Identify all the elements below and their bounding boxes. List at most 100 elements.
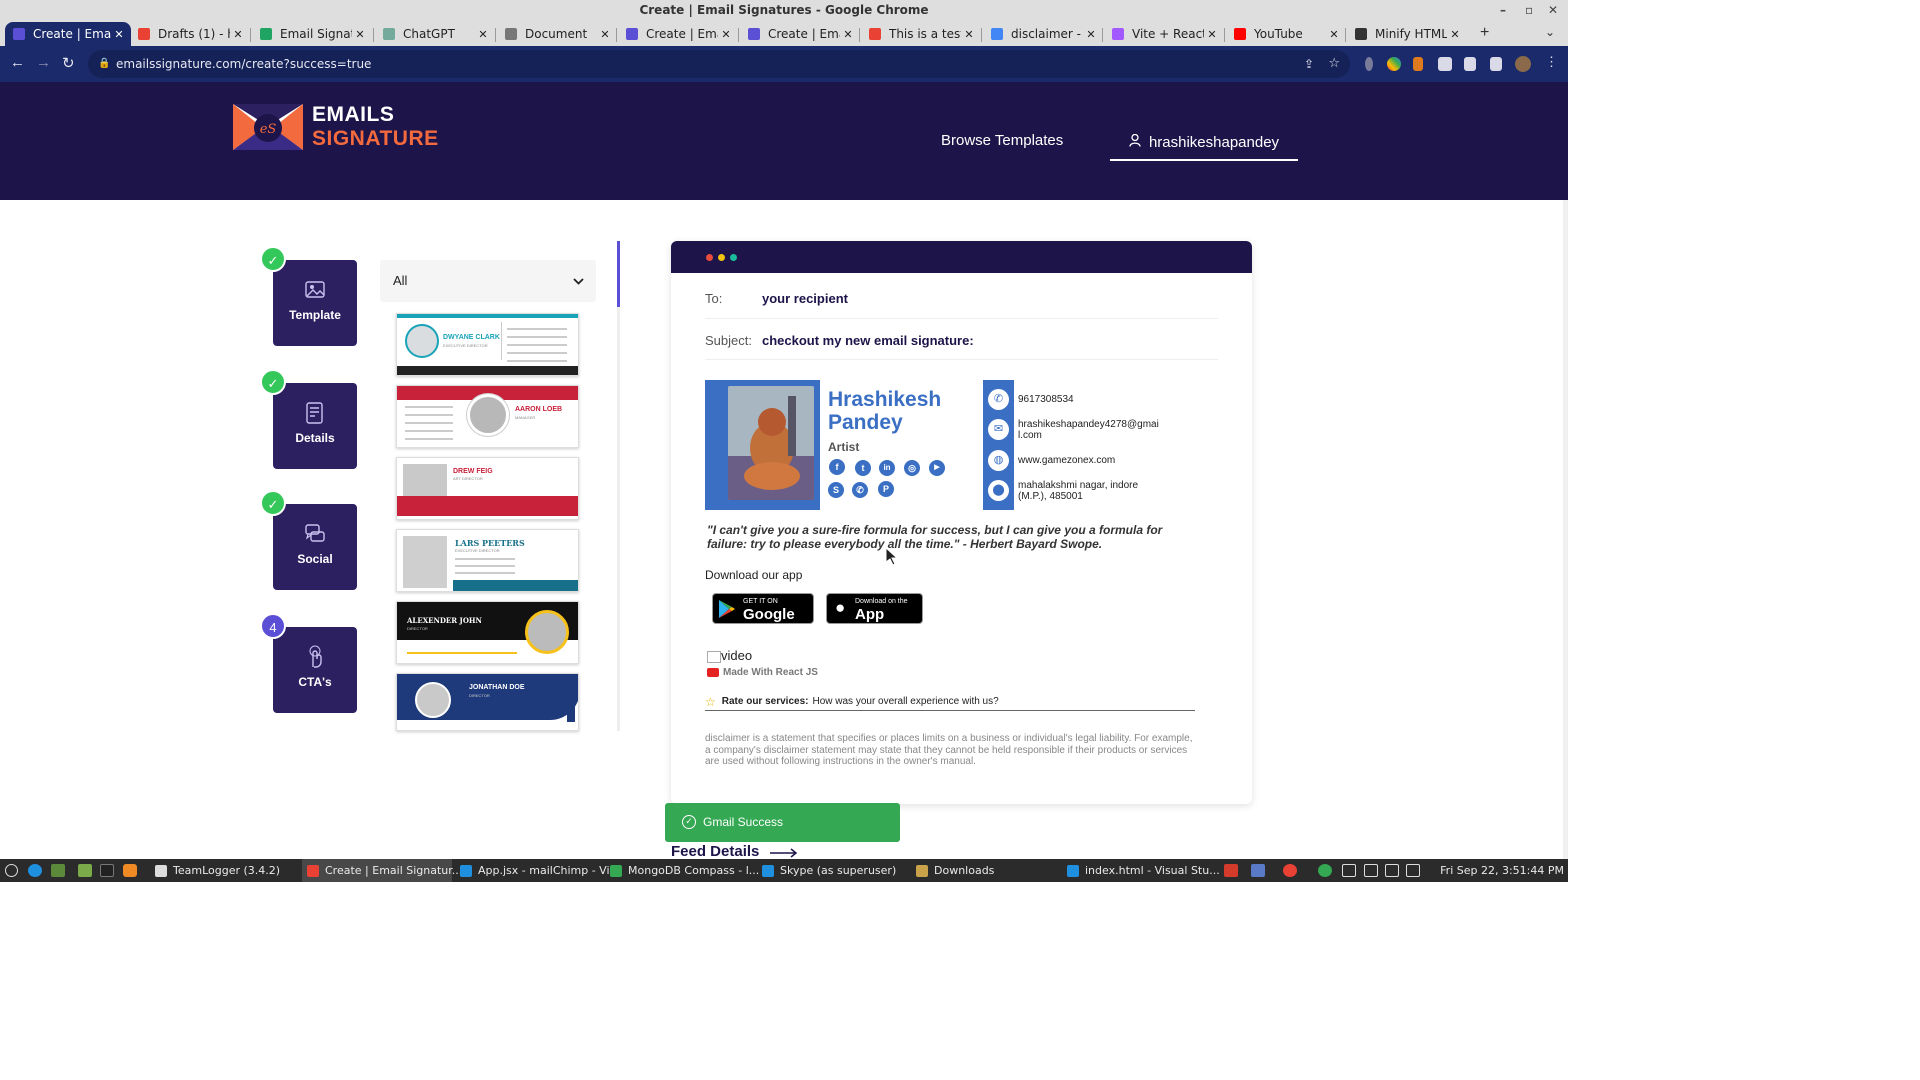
facebook-icon[interactable]: f (829, 459, 845, 475)
tab-close-icon[interactable]: ✕ (1204, 28, 1220, 41)
taskbar-item[interactable]: TeamLogger (3.4.2) (150, 859, 300, 882)
new-tab-icon[interactable]: + (1480, 24, 1489, 42)
template-card-alexender-john[interactable]: ALEXENDER JOHN DIRECTOR (396, 601, 579, 664)
browser-tab[interactable]: disclaimer - Go✕ (983, 22, 1103, 46)
teamlogger-tray-icon[interactable] (1318, 864, 1332, 877)
reload-icon[interactable]: ↻ (62, 54, 75, 72)
instagram-icon[interactable]: ◎ (904, 460, 920, 476)
user-menu[interactable]: hrashikeshapandey (1110, 125, 1298, 161)
step-details[interactable]: Details (273, 383, 357, 469)
files-launcher-icon[interactable] (78, 864, 92, 877)
browser-tab[interactable]: YouTube ✕ (1226, 22, 1346, 46)
share-icon[interactable]: ⇪ (1304, 50, 1314, 78)
maximize-icon[interactable]: ▫ (1525, 0, 1533, 20)
tab-close-icon[interactable]: ✕ (840, 28, 856, 41)
contact-email[interactable]: hrashikeshapandey4278@gmail.com (1018, 419, 1160, 441)
back-icon[interactable]: ← (10, 54, 25, 71)
template-card-aaron-loeb[interactable]: AARON LOEB MANAGER (396, 385, 579, 448)
template-category-select[interactable]: All (380, 260, 596, 302)
template-list-scrollbar-thumb[interactable] (617, 241, 620, 307)
contact-website[interactable]: www.gamezonex.com (1018, 455, 1115, 466)
browser-tab[interactable]: Drafts (1) - hra✕ (130, 22, 250, 46)
pinterest-icon[interactable]: P (878, 481, 894, 497)
screenshot-tray-icon[interactable] (1251, 864, 1265, 877)
app-store-badge[interactable]: ● Download on the App Store (826, 593, 923, 640)
browser-tab[interactable]: Create | Email✕ (5, 22, 131, 46)
browser-tab[interactable]: Create | Email✕ (618, 22, 738, 46)
tab-close-icon[interactable]: ✕ (597, 28, 613, 41)
app-launcher-icon[interactable] (51, 864, 65, 877)
contact-phone[interactable]: 9617308534 (1018, 394, 1074, 405)
side-panel-icon[interactable] (1490, 57, 1502, 71)
power-icon[interactable] (5, 864, 18, 877)
filezilla-tray-icon[interactable] (1224, 864, 1238, 877)
tab-close-icon[interactable]: ✕ (230, 28, 246, 41)
browser-menu-icon[interactable]: ⋮ (1545, 54, 1558, 70)
address-bar[interactable]: 🔒 emailssignature.com/create?success=tru… (88, 50, 1350, 78)
video-thumbnail-broken[interactable]: video (707, 648, 752, 663)
window-dot-red (706, 254, 713, 261)
tab-close-icon[interactable]: ✕ (961, 28, 977, 41)
template-list-scrollbar[interactable] (617, 241, 620, 731)
browser-tab[interactable]: Minify HTML O✕ (1347, 22, 1467, 46)
tab-search-icon[interactable]: ⌄ (1545, 25, 1555, 39)
step-social[interactable]: Social (273, 504, 357, 590)
forward-icon[interactable]: → (36, 54, 51, 71)
taskbar-item[interactable]: index.html - Visual Stu... (1062, 859, 1220, 882)
browser-tab[interactable]: Document ✕ (497, 22, 617, 46)
template-card-drew-feig[interactable]: DREW FEIG ART DIRECTOR (396, 457, 579, 520)
youtube-icon[interactable]: ▶ (929, 460, 945, 476)
logo-mark[interactable]: eS (233, 104, 303, 150)
terminal-launcher-icon[interactable] (100, 864, 114, 877)
tab-close-icon[interactable]: ✕ (1447, 28, 1463, 41)
shield-tray-icon[interactable] (1364, 864, 1378, 877)
browser-tab[interactable]: Email Signatur✕ (252, 22, 372, 46)
template-card-jonathan-doe[interactable]: JONATHAN DOE DIRECTOR (396, 673, 579, 731)
page-scrollbar-thumb[interactable] (1563, 82, 1568, 200)
taskbar-item[interactable]: App.jsx - mailChimp - Vi... (455, 859, 620, 882)
extensions-puzzle-icon[interactable] (1438, 57, 1452, 71)
tab-close-icon[interactable]: ✕ (1083, 28, 1099, 41)
extension-color-icon[interactable] (1387, 57, 1401, 71)
extension-bookmark-icon[interactable] (1413, 57, 1423, 71)
tab-close-icon[interactable]: ✕ (111, 28, 127, 41)
download-icon[interactable] (1464, 57, 1476, 71)
brave-launcher-icon[interactable] (123, 864, 137, 877)
volume-tray-icon[interactable] (1406, 864, 1420, 877)
tab-close-icon[interactable]: ✕ (352, 28, 368, 41)
tab-close-icon[interactable]: ✕ (475, 28, 491, 41)
skype-launcher-icon[interactable] (28, 864, 42, 877)
browse-templates-link[interactable]: Browse Templates (941, 132, 1063, 149)
taskbar-item[interactable]: Skype (as superuser) (757, 859, 907, 882)
browser-tab[interactable]: Vite + React ✕ (1104, 22, 1224, 46)
twitter-icon[interactable]: t (855, 460, 871, 476)
template-card-lars-peeters[interactable]: LARS PEETERS EXECUTIVE DIRECTOR (396, 529, 579, 592)
page-scrollbar[interactable] (1563, 82, 1568, 859)
profile-avatar[interactable] (1515, 56, 1531, 72)
close-window-icon[interactable]: ✕ (1548, 0, 1558, 20)
extension-icon[interactable] (1365, 57, 1373, 71)
google-play-badge[interactable]: GET IT ON Google Play (712, 593, 814, 640)
template-card-dwyane-clark[interactable]: DWYANE CLARK EXECUTIVE DIRECTOR (396, 313, 579, 376)
taskbar-item[interactable]: MongoDB Compass - l... (605, 859, 759, 882)
taskbar-item[interactable]: Downloads (911, 859, 1061, 882)
linkedin-icon[interactable]: in (879, 460, 895, 476)
browser-tab[interactable]: Create | Email✕ (740, 22, 860, 46)
tab-close-icon[interactable]: ✕ (1326, 28, 1342, 41)
chrome-tray-icon[interactable] (1283, 864, 1297, 877)
step-ctas-label: CTA's (298, 675, 332, 689)
browser-tab[interactable]: This is a test - I✕ (861, 22, 981, 46)
clipboard-tray-icon[interactable] (1342, 864, 1356, 877)
browser-tab[interactable]: ChatGPT ✕ (375, 22, 495, 46)
rate-services-row[interactable]: ☆ Rate our services: How was your overal… (705, 695, 1195, 711)
minimize-icon[interactable]: – (1500, 0, 1506, 20)
network-tray-icon[interactable] (1385, 864, 1399, 877)
skype-icon[interactable]: S (828, 482, 844, 498)
taskbar-item[interactable]: Create | Email Signatur... (302, 859, 462, 882)
bookmark-star-icon[interactable]: ☆ (1328, 50, 1340, 78)
step-ctas[interactable]: CTA's (273, 627, 357, 713)
step-template[interactable]: Template (273, 260, 357, 346)
whatsapp-icon[interactable]: ✆ (852, 482, 868, 498)
tab-close-icon[interactable]: ✕ (718, 28, 734, 41)
made-with-link[interactable]: Made With React JS (707, 667, 818, 678)
